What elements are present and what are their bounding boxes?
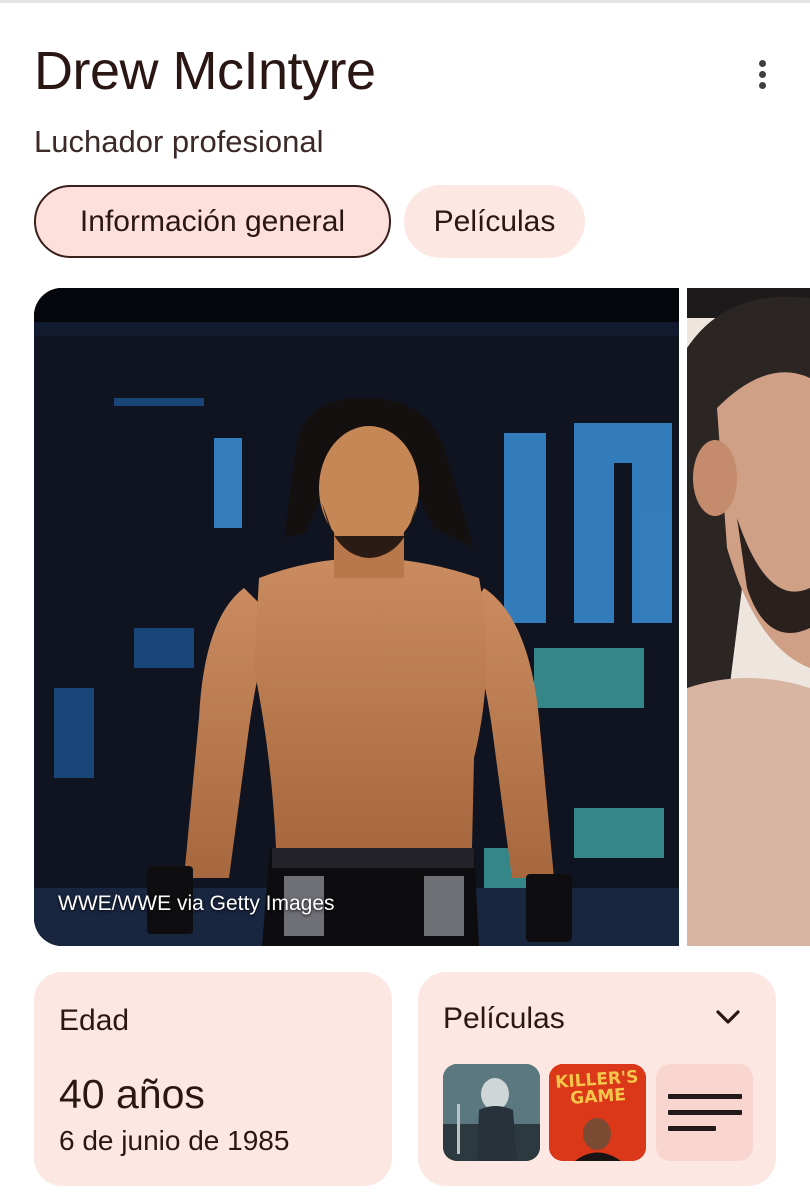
tab-peliculas[interactable]: Películas [404,185,585,258]
tab-label: Películas [433,204,556,238]
wrestler-photo-image [34,288,679,946]
entity-subtitle: Luchador profesional [34,124,324,159]
image-credit: WWE/WWE via Getty Images [58,892,335,915]
film-poster-image [443,1064,540,1161]
chevron-down-icon[interactable] [713,1002,743,1032]
entity-title: Drew McIntyre [34,41,376,101]
main-photo[interactable]: WWE/WWE via Getty Images [34,288,679,946]
age-label: Edad [59,1004,130,1037]
list-icon [668,1094,753,1131]
film-thumbnail[interactable] [443,1064,540,1161]
film-poster-title: KILLER'S GAME [554,1067,640,1109]
tab-informacion-general[interactable]: Información general [34,185,391,258]
tab-label: Información general [79,204,346,238]
films-label: Películas [443,1002,565,1035]
film-thumbnail[interactable]: KILLER'S GAME [549,1064,646,1161]
birth-date: 6 de junio de 1985 [59,1125,290,1156]
age-card[interactable]: Edad 40 años 6 de junio de 1985 [34,972,392,1186]
age-value: 40 años [59,1071,205,1117]
films-card[interactable]: Películas KILLER'S GAME [418,972,776,1186]
more-films-button[interactable] [656,1064,753,1161]
top-divider [0,0,810,3]
wrestler-closeup-image [687,288,810,946]
more-options-button[interactable] [742,54,782,94]
more-vert-icon [758,59,766,89]
secondary-photo[interactable] [687,288,810,946]
